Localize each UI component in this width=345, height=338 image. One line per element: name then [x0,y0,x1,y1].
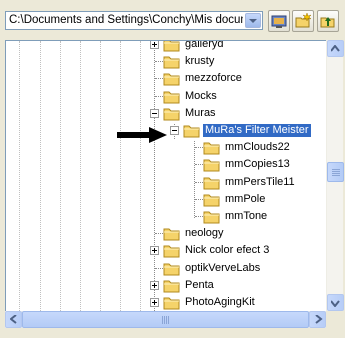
collapse-minus-icon[interactable] [150,108,159,118]
tree-item[interactable]: optikVerveLabs [6,260,326,277]
arrow-left-icon [10,315,17,324]
new-folder-button[interactable] [292,10,314,32]
folder-up-icon [320,17,335,28]
folder-icon [163,108,180,121]
folder-icon [163,263,180,276]
desktop-icon [271,15,287,28]
tree-item-label[interactable]: optikVerveLabs [183,262,262,275]
folder-icon [203,211,220,224]
tree-connector [195,198,203,200]
tree-item[interactable]: Nick color efect 3 [6,242,326,259]
folder-icon [163,41,180,52]
folder-icon [163,280,180,293]
folder-icon [163,245,180,258]
folder-icon [203,159,220,172]
folder-icon [163,297,180,310]
tree-item-label[interactable]: Penta [183,279,216,292]
tree-item[interactable]: Penta [6,277,326,294]
folder-open-icon [183,125,200,138]
tree-connector [195,181,203,183]
tree-item-label[interactable]: galleryd [183,41,226,51]
tree-item-label[interactable]: MuRa's Filter Meister [203,124,311,137]
expand-plus-icon[interactable] [150,41,159,49]
tree-connector [195,147,203,149]
new-folder-icon [295,13,311,28]
tree-item-label[interactable]: mmClouds22 [223,141,292,154]
tree-item[interactable]: mmTone [6,208,326,225]
desktop-button[interactable] [268,10,290,32]
tree-connector [155,61,163,63]
scroll-thumb[interactable] [327,162,344,182]
vertical-scrollbar[interactable] [326,40,344,311]
tree-item-label[interactable]: mmPersTile11 [223,176,297,189]
tree-item[interactable]: Muras [6,105,326,122]
folder-icon [163,56,180,69]
folder-icon [163,91,180,104]
pointer-arrow-icon [117,127,167,143]
tree-item[interactable]: mmCopies13 [6,156,326,173]
scroll-right-button[interactable] [309,311,326,328]
tree-item[interactable]: neology [6,225,326,242]
expand-plus-icon[interactable] [150,280,159,290]
folder-icon [203,177,220,190]
tree-item-label[interactable]: krusty [183,55,216,68]
tree-connector [195,216,203,217]
tree-connector [155,78,163,80]
horizontal-scroll-thumb[interactable] [22,311,309,328]
tree-item[interactable]: krusty [6,53,326,70]
folder-icon [203,194,220,207]
arrow-up-icon [331,45,340,52]
tree-item[interactable]: mmPersTile11 [6,174,326,191]
expand-plus-icon[interactable] [150,298,159,307]
tree-item-label[interactable]: mmCopies13 [223,158,292,171]
tree-item-label[interactable]: PhotoAgingKit [183,296,257,309]
folder-icon [203,142,220,155]
path-combo-value[interactable]: C:\Documents and Settings\Conchy\Mis doc… [9,14,243,26]
folder-tree[interactable]: galleryd krusty mezzoforce Mocks Muras MuRa's… [5,40,326,311]
folder-icon [163,228,180,241]
tree-item[interactable]: mezzoforce [6,70,326,87]
tree-item-label[interactable]: Muras [183,107,218,120]
arrow-down-icon [331,300,340,307]
expand-plus-icon[interactable] [150,246,159,256]
tree-item[interactable]: PhotoAgingKit [6,294,326,311]
tree-item-label[interactable]: mmPole [223,193,267,206]
tree-item-label[interactable]: neology [183,227,226,240]
folder-icon [163,73,180,86]
horizontal-scrollbar[interactable] [5,311,326,328]
scroll-up-button[interactable] [327,40,344,57]
tree-connector [155,95,163,97]
tree-item-label[interactable]: mmTone [223,210,269,223]
tree-item-label[interactable]: Nick color efect 3 [183,244,271,257]
tree-item[interactable]: mmPole [6,191,326,208]
tree-item-label[interactable]: mezzoforce [183,72,244,85]
chevron-down-icon[interactable] [245,13,261,28]
collapse-minus-icon[interactable] [170,126,179,135]
tree-connector [155,233,163,235]
scroll-left-button[interactable] [5,311,22,328]
arrow-right-icon [315,315,323,324]
path-combo-box[interactable]: C:\Documents and Settings\Conchy\Mis doc… [5,11,263,30]
tree-connector [155,267,163,269]
tree-item-label[interactable]: Mocks [183,90,219,103]
scroll-down-button[interactable] [327,294,344,311]
tree-connector [195,164,203,166]
tree-item[interactable]: galleryd [6,41,326,53]
scrollbar-corner [326,311,343,328]
tree-item[interactable]: Mocks [6,88,326,105]
toolbar: C:\Documents and Settings\Conchy\Mis doc… [0,0,345,40]
folder-up-button[interactable] [317,10,339,32]
